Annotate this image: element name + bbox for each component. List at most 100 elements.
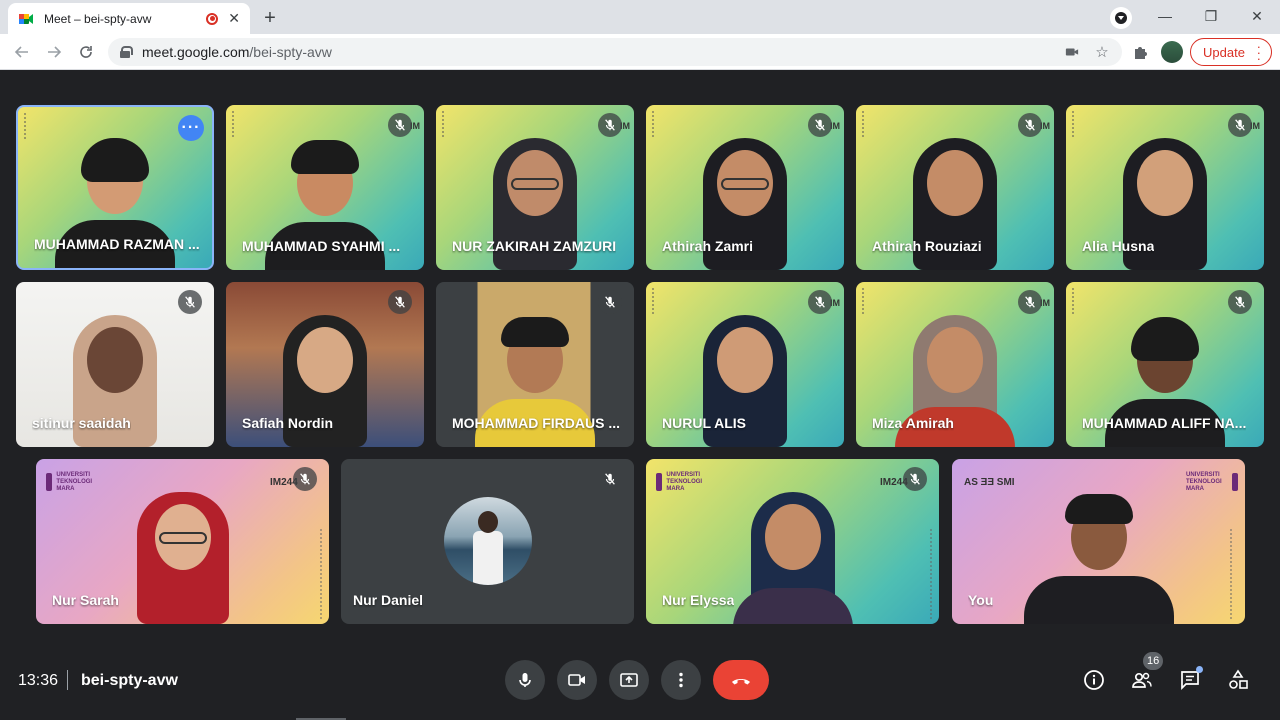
- more-options-icon[interactable]: ···: [178, 115, 204, 141]
- participant-video: [1023, 484, 1174, 624]
- participant-name: MOHAMMAD FIRDAUS ...: [452, 415, 620, 431]
- update-button[interactable]: Update · · ·: [1190, 38, 1272, 66]
- more-vert-icon: [679, 672, 683, 688]
- tab-search-button[interactable]: [1110, 7, 1132, 29]
- participant-tile[interactable]: IM NUR ZAKIRAH ZAMZURI: [436, 105, 634, 270]
- participant-tile[interactable]: MOHAMMAD FIRDAUS ...: [436, 282, 634, 447]
- decor-text: [1072, 288, 1082, 314]
- uitm-logo: UNIVERSITI TEKNOLOGI MARA: [1186, 471, 1238, 493]
- participant-tile[interactable]: IM MUHAMMAD SYAHMI ...: [226, 105, 424, 270]
- address-bar[interactable]: meet.google.com/bei-spty-avw ☆: [108, 38, 1122, 66]
- camera-icon: [568, 674, 585, 686]
- participant-tile[interactable]: IM NURUL ALIS: [646, 282, 844, 447]
- call-end-icon: [732, 679, 750, 685]
- participant-tile[interactable]: Nur Daniel: [341, 459, 634, 624]
- participant-tile[interactable]: IM Miza Amirah: [856, 282, 1054, 447]
- restore-button[interactable]: ❐: [1188, 4, 1234, 28]
- uitm-logo: UNIVERSITI TEKNOLOGI MARA: [656, 471, 708, 493]
- browser-tab[interactable]: Meet – bei-spty-avw ✕: [8, 3, 250, 34]
- participant-tile-self[interactable]: AS ƎƎ SMI UNIVERSITI TEKNOLOGI MARA You: [952, 459, 1245, 624]
- mic-off-icon: [808, 290, 832, 314]
- tab-close-icon[interactable]: ✕: [228, 10, 240, 27]
- minimize-button[interactable]: —: [1142, 4, 1188, 28]
- participant-tile[interactable]: Safiah Nordin: [226, 282, 424, 447]
- activities-shapes-icon: [1229, 669, 1248, 689]
- reload-icon[interactable]: [72, 39, 100, 65]
- chat-notification-dot: [1196, 666, 1203, 673]
- camera-permission-icon[interactable]: [1062, 42, 1082, 62]
- mic-off-icon: [1018, 113, 1042, 137]
- participant-name: MUHAMMAD ALIFF NA...: [1082, 415, 1247, 431]
- activities-button[interactable]: [1222, 664, 1254, 696]
- forward-icon[interactable]: [40, 39, 68, 65]
- microphone-button[interactable]: [505, 660, 545, 700]
- meet-video-grid: ··· MUHAMMAD RAZMAN ... IM MUHAMMAD SYAH…: [0, 70, 1280, 720]
- meeting-time: 13:36: [18, 672, 59, 689]
- participant-tile[interactable]: ··· MUHAMMAD RAZMAN ...: [16, 105, 214, 270]
- camera-button[interactable]: [557, 660, 597, 700]
- decor-text: [862, 111, 872, 137]
- leave-call-button[interactable]: [713, 660, 769, 700]
- participants-count-badge: 16: [1143, 652, 1164, 670]
- bookmark-star-icon[interactable]: ☆: [1092, 42, 1112, 62]
- decor-text: [442, 111, 452, 137]
- participant-name: You: [968, 592, 994, 608]
- participant-name: Nur Elyssa: [662, 592, 735, 608]
- participant-name: Miza Amirah: [872, 415, 954, 431]
- decor-text: [652, 111, 662, 137]
- recording-indicator-icon: [206, 12, 219, 25]
- participant-tile[interactable]: IM Athirah Zamri: [646, 105, 844, 270]
- participant-name: Athirah Rouziazi: [872, 238, 982, 254]
- mic-off-icon: [808, 113, 832, 137]
- present-screen-button[interactable]: [609, 660, 649, 700]
- mic-off-icon: [1228, 113, 1252, 137]
- lock-icon: [120, 46, 133, 58]
- profile-avatar[interactable]: [1161, 41, 1183, 63]
- im244-mirrored-label: AS ƎƎ SMI: [964, 477, 1015, 488]
- decor-text: [232, 111, 242, 137]
- participant-video: [113, 484, 253, 624]
- decor-text: [1230, 529, 1238, 619]
- url-text: meet.google.com/bei-spty-avw: [142, 44, 1062, 60]
- participant-name: Nur Daniel: [353, 592, 424, 608]
- decor-text: [862, 288, 872, 314]
- participant-tile[interactable]: UNIVERSITI TEKNOLOGI MARA IM244 Nur Sara…: [36, 459, 329, 624]
- mic-off-icon: [293, 467, 317, 491]
- participant-tile[interactable]: UNIVERSITI TEKNOLOGI MARA IM244 Nur Elys…: [646, 459, 939, 624]
- mic-off-icon: [388, 113, 412, 137]
- participant-avatar: [443, 497, 532, 585]
- more-options-button[interactable]: [661, 660, 701, 700]
- uitm-logo-text: UNIVERSITI TEKNOLOGI MARA: [1186, 471, 1222, 492]
- participant-name: NUR ZAKIRAH ZAMZURI: [452, 238, 617, 254]
- present-screen-icon: [620, 673, 638, 687]
- uitm-logo-text: UNIVERSITI TEKNOLOGI MARA: [666, 471, 703, 492]
- participant-tile[interactable]: IM Athirah Rouziazi: [856, 105, 1054, 270]
- meeting-details-button[interactable]: [1078, 664, 1110, 696]
- mic-off-icon: [388, 290, 412, 314]
- divider: [67, 670, 68, 690]
- update-label: Update: [1203, 44, 1245, 60]
- browser-menu-icon[interactable]: · · ·: [1257, 40, 1261, 65]
- mic-off-icon: [1018, 290, 1042, 314]
- mic-off-icon: [598, 113, 622, 137]
- info-icon: [1084, 670, 1104, 690]
- decor-text: [24, 113, 34, 139]
- mic-off-icon: [903, 467, 927, 491]
- window-close-button[interactable]: ✕: [1234, 4, 1280, 28]
- extensions-puzzle-icon[interactable]: [1130, 42, 1150, 62]
- new-tab-button[interactable]: +: [256, 6, 284, 30]
- meeting-code: bei-spty-avw: [81, 672, 178, 689]
- tab-search-icon: [1115, 12, 1127, 24]
- decor-text: [930, 529, 938, 619]
- mic-off-icon: [1228, 290, 1252, 314]
- mic-off-icon: [178, 290, 202, 314]
- participant-tile[interactable]: sitinur saaidah: [16, 282, 214, 447]
- back-icon[interactable]: [8, 39, 36, 65]
- browser-tabstrip: Meet – bei-spty-avw ✕ + — ❐ ✕: [0, 0, 1280, 34]
- participant-tile[interactable]: MUHAMMAD ALIFF NA...: [1066, 282, 1264, 447]
- uitm-logo: UNIVERSITI TEKNOLOGI MARA: [46, 471, 98, 493]
- participant-name: Safiah Nordin: [242, 415, 334, 431]
- participant-tile[interactable]: IM Alia Husna: [1066, 105, 1264, 270]
- url-host: meet.google.com: [142, 44, 250, 60]
- meet-control-bar: 13:36 bei-spty-avw 16: [0, 650, 1280, 720]
